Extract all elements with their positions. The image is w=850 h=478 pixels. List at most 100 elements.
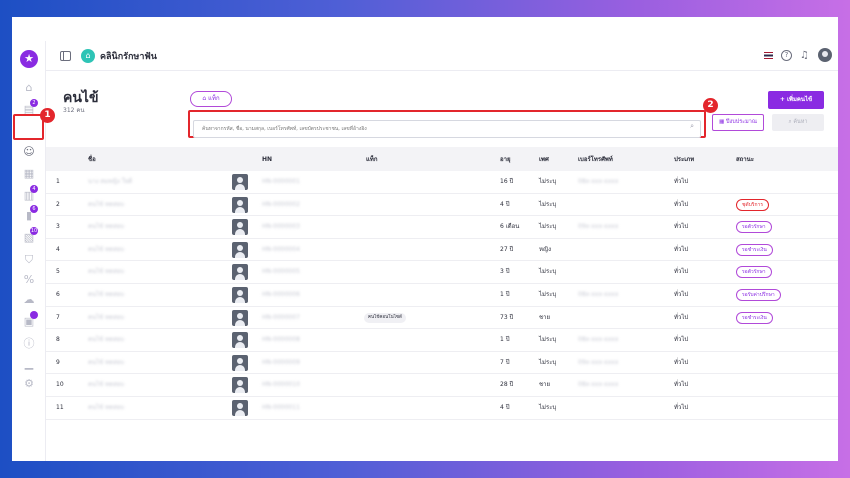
patient-avatar <box>232 309 248 326</box>
home-icon[interactable]: ⌂ <box>22 81 36 95</box>
patient-name[interactable]: คนไข้ ทดสอบ <box>88 329 124 351</box>
records-icon[interactable]: ▦ <box>22 167 36 181</box>
billing-badge: 10 <box>30 227 38 235</box>
callout-1: 1 <box>40 108 55 123</box>
patient-hn: HN-0000003 <box>262 223 300 231</box>
patient-age: 7 ปี <box>500 358 510 366</box>
table-row[interactable]: 7 คนไข้ ทดสอบ HN-0000007 คนไข้คอนโนไซต์ 73 ป… <box>46 307 838 330</box>
sidebar-toggle-icon[interactable] <box>60 50 71 61</box>
table-row[interactable]: 5 คนไข้ ทดสอบ HN-0000005 3 ปี ไม่ระบุ ทั่วไป ร… <box>46 261 838 284</box>
add-patient-button[interactable]: + เพิ่มคนไข้ <box>768 91 824 109</box>
table-row[interactable]: 3 คนไข้ ทดสอบ HN-0000003 6 เดือน ไม่ระบุ 09x-… <box>46 216 838 239</box>
patient-type: ทั่วไป <box>674 381 689 389</box>
patient-name[interactable]: คนไข้ ทดสอบ <box>88 284 124 306</box>
table-row[interactable]: 1 นาง สมหญิง ใจดี HN-0000001 16 ปี ไม่ระบุ 08… <box>46 171 838 194</box>
calendar-icon: ▦ <box>719 119 725 125</box>
patient-name[interactable]: คนไข้ ทดสอบ <box>88 239 124 261</box>
patient-age: 4 ปี <box>500 200 510 208</box>
header-tag[interactable]: แท็ก <box>366 154 377 164</box>
status-badge[interactable]: รอตัวรักษา <box>736 266 772 279</box>
patient-name[interactable]: คนไข้ ทดสอบ <box>88 307 124 329</box>
language-flag-icon[interactable] <box>764 51 773 59</box>
clinic-name[interactable]: คลินิกรักษาฟัน <box>100 49 157 63</box>
queue-badge: 2 <box>30 99 38 107</box>
patient-gender: ไม่ระบุ <box>539 268 557 276</box>
status-badge[interactable]: รอตัวรักษา <box>736 221 772 234</box>
table-row[interactable]: 11 คนไข้ ทดสอบ HN-0000011 4 ปี ไม่ระบุ ทั่วไป <box>46 397 838 420</box>
header-age[interactable]: อายุ <box>500 154 511 164</box>
row-number: 2 <box>56 200 60 208</box>
patient-hn: HN-0000002 <box>262 200 300 208</box>
patient-type: ทั่วไป <box>674 358 689 366</box>
patient-age: 73 ปี <box>500 313 514 321</box>
table-row[interactable]: 4 คนไข้ ทดสอบ HN-0000004 27 ปี หญิง ทั่วไป รอช… <box>46 239 838 262</box>
header-hn[interactable]: HN <box>262 156 272 163</box>
table-row[interactable]: 9 คนไข้ ทดสอบ HN-0000009 7 ปี ไม่ระบุ 09x-xxx… <box>46 352 838 375</box>
patient-age: 6 เดือน <box>500 223 520 231</box>
tooth-icon[interactable]: ⛉ <box>22 253 36 267</box>
patient-type: ทั่วไป <box>674 290 689 298</box>
patient-type: ทั่วไป <box>674 403 689 411</box>
fiscal-year-label: ปีงบประมาณ <box>726 119 757 125</box>
header-status[interactable]: สถานะ <box>736 154 754 164</box>
status-badge[interactable]: รอรับค่าปรึกษา <box>736 288 781 301</box>
search-icon[interactable]: ⌕ <box>690 122 694 131</box>
find-icon: ⌕ <box>788 119 792 125</box>
app-logo-icon[interactable]: ★ <box>20 50 38 68</box>
patient-gender: ไม่ระบุ <box>539 290 557 298</box>
patient-name[interactable]: คนไข้ ทดสอบ <box>88 352 124 374</box>
patient-count: 312 คน <box>63 107 85 114</box>
patient-hn: HN-0000006 <box>262 290 300 298</box>
patient-hn: HN-0000010 <box>262 381 300 389</box>
patient-type: ทั่วไป <box>674 200 689 208</box>
header-gender[interactable]: เพศ <box>539 154 549 164</box>
user-avatar[interactable] <box>818 48 832 62</box>
help-icon[interactable]: ? <box>781 49 792 61</box>
patient-avatar <box>232 332 248 349</box>
patient-age: 1 ปี <box>500 290 510 298</box>
notification-bell-icon[interactable]: ♫ <box>800 50 810 61</box>
row-number: 9 <box>56 358 60 366</box>
table-row[interactable]: 8 คนไข้ ทดสอบ HN-0000008 1 ปี ไม่ระบุ 08x-xxx… <box>46 329 838 352</box>
patient-hn: HN-0000005 <box>262 268 300 276</box>
patient-name[interactable]: คนไข้ ทดสอบ <box>88 374 124 396</box>
find-button[interactable]: ⌕ ค้นหา <box>772 114 824 131</box>
find-label: ค้นหา <box>793 119 808 125</box>
patients-icon[interactable]: ☺ <box>22 145 36 159</box>
patient-name[interactable]: คนไข้ ทดสอบ <box>88 397 124 419</box>
patient-name[interactable]: คนไข้ ทดสอบ <box>88 261 124 283</box>
patient-gender: ไม่ระบุ <box>539 403 557 411</box>
info-icon[interactable]: ⓘ <box>22 337 36 351</box>
patient-phone: 08x-xxx-xxxx <box>578 381 619 389</box>
patient-name[interactable]: คนไข้ ทดสอบ <box>88 216 124 238</box>
patient-phone: 08x-xxx-xxxx <box>578 178 619 185</box>
header-name[interactable]: ชื่อ <box>88 154 96 164</box>
status-badge[interactable]: ชุดับริการ <box>736 198 770 211</box>
patient-hn: HN-0000004 <box>262 245 300 253</box>
patient-avatar <box>232 264 248 281</box>
table-row[interactable]: 2 คนไข้ ทดสอบ HN-0000002 4 ปี ไม่ระบุ ทั่วไป ช… <box>46 194 838 217</box>
patient-name[interactable]: คนไข้ ทดสอบ <box>88 194 124 216</box>
active-nav-highlight <box>13 114 44 140</box>
patient-age: 4 ปี <box>500 403 510 411</box>
row-number: 5 <box>56 268 60 276</box>
search-input[interactable] <box>193 120 701 138</box>
reports-icon[interactable]: ▁ <box>22 357 36 371</box>
patient-hn: HN-0000011 <box>262 403 300 411</box>
app-window: ★ ⌂ ▤ 2 ☺ ▦ ▥ 4 ▮ 6 ▧ 10 ⛉ % ☁ ▣ ⓘ ▁ ⚙ 1… <box>12 17 838 461</box>
patient-name[interactable]: นาง สมหญิง ใจดี <box>88 171 132 193</box>
header-type[interactable]: ประเภท <box>674 154 694 164</box>
table-row[interactable]: 10 คนไข้ ทดสอบ HN-0000010 28 ปี ชาย 08x-xxx-x… <box>46 374 838 397</box>
tag-filter-button[interactable]: ⌂ แท็ก <box>190 91 232 107</box>
table-row[interactable]: 6 คนไข้ ทดสอบ HN-0000006 1 ปี ไม่ระบุ 08x-xxx… <box>46 284 838 307</box>
fiscal-year-button[interactable]: ▦ ปีงบประมาณ <box>712 114 764 131</box>
header-phone[interactable]: เบอร์โทรศัพท์ <box>578 154 613 164</box>
cloud-icon[interactable]: ☁ <box>22 293 36 307</box>
top-bar: ⌂ คลินิกรักษาฟัน ? ♫ <box>46 41 838 71</box>
percent-icon[interactable]: % <box>22 273 36 287</box>
status-badge[interactable]: รอชำระเงิน <box>736 243 773 256</box>
patients-table: ชื่อ HN แท็ก อายุ เพศ เบอร์โทรศัพท์ ประเ… <box>46 147 838 461</box>
patient-age: 1 ปี <box>500 336 510 344</box>
settings-icon[interactable]: ⚙ <box>22 377 36 391</box>
status-badge[interactable]: รอชำระเงิน <box>736 311 773 324</box>
